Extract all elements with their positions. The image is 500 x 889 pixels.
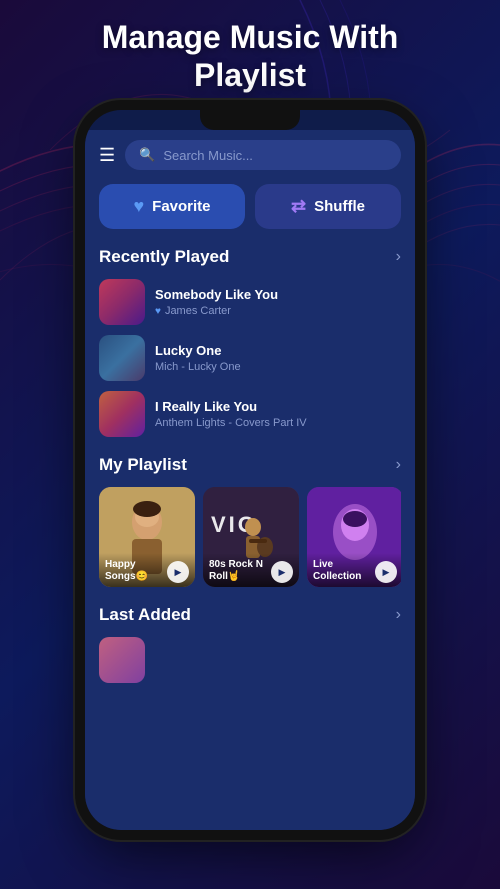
search-bar[interactable]: 🔍 Search Music...	[125, 140, 401, 170]
my-playlist-header: My Playlist ›	[99, 455, 401, 475]
playlist-row: Happy Songs😊 ▶ VIO	[99, 487, 401, 587]
track-name: I Really Like You	[155, 399, 401, 414]
search-icon: 🔍	[139, 147, 155, 163]
my-playlist-chevron[interactable]: ›	[396, 456, 401, 474]
track-artist: ♥ James Carter	[155, 305, 401, 317]
track-list: Somebody Like You ♥ James Carter Lucky O…	[99, 279, 401, 437]
shuffle-button[interactable]: ⇄ Shuffle	[255, 184, 401, 229]
playlist-overlay: 80s Rock N Roll🤘 ▶	[203, 553, 299, 587]
playlist-card[interactable]: Live Collection ▶	[307, 487, 401, 587]
shuffle-icon: ⇄	[291, 196, 306, 217]
last-added-header: Last Added ›	[99, 605, 401, 625]
track-info: I Really Like You Anthem Lights - Covers…	[155, 399, 401, 429]
last-added-chevron[interactable]: ›	[396, 606, 401, 624]
playlist-label: 80s Rock N Roll🤘	[209, 559, 271, 583]
favorite-label: Favorite	[152, 198, 210, 215]
track-item[interactable]: Somebody Like You ♥ James Carter	[99, 279, 401, 325]
track-info: Lucky One Mich - Lucky One	[155, 343, 401, 373]
play-button[interactable]: ▶	[271, 561, 293, 583]
action-buttons-row: ♥ Favorite ⇄ Shuffle	[99, 184, 401, 229]
shuffle-label: Shuffle	[314, 198, 365, 215]
search-placeholder: Search Music...	[163, 148, 253, 163]
playlist-overlay: Live Collection ▶	[307, 553, 401, 587]
playlist-overlay: Happy Songs😊 ▶	[99, 553, 195, 587]
playlist-label: Live Collection	[313, 559, 375, 583]
playlist-label: Happy Songs😊	[105, 559, 167, 583]
hero-title: Manage Music With Playlist	[0, 18, 500, 95]
last-added-track-item[interactable]	[99, 637, 401, 683]
recently-played-header: Recently Played ›	[99, 247, 401, 267]
track-artist: Anthem Lights - Covers Part IV	[155, 417, 401, 429]
track-item[interactable]: Lucky One Mich - Lucky One	[99, 335, 401, 381]
track-thumbnail	[99, 279, 145, 325]
track-item[interactable]: I Really Like You Anthem Lights - Covers…	[99, 391, 401, 437]
play-button[interactable]: ▶	[167, 561, 189, 583]
favorite-button[interactable]: ♥ Favorite	[99, 184, 245, 229]
playlist-card[interactable]: VIO 80s Rock N Roll🤘 ▶	[203, 487, 299, 587]
track-thumbnail	[99, 391, 145, 437]
track-name: Lucky One	[155, 343, 401, 358]
track-thumbnail	[99, 335, 145, 381]
phone-notch	[200, 110, 300, 130]
last-added-thumbnail	[99, 637, 145, 683]
phone-screen: ☰ 🔍 Search Music... ♥ Favorite ⇄ Shuffle…	[85, 130, 415, 830]
heart-icon: ♥	[133, 196, 144, 217]
track-artist: Mich - Lucky One	[155, 361, 401, 373]
my-playlist-title: My Playlist	[99, 455, 187, 475]
track-name: Somebody Like You	[155, 287, 401, 302]
play-button[interactable]: ▶	[375, 561, 397, 583]
heart-sm-icon: ♥	[155, 306, 161, 317]
recently-played-chevron[interactable]: ›	[396, 248, 401, 266]
playlist-card[interactable]: Happy Songs😊 ▶	[99, 487, 195, 587]
recently-played-title: Recently Played	[99, 247, 229, 267]
menu-icon[interactable]: ☰	[99, 145, 115, 166]
search-row: ☰ 🔍 Search Music...	[99, 140, 401, 170]
last-added-title: Last Added	[99, 605, 191, 625]
phone-frame: ☰ 🔍 Search Music... ♥ Favorite ⇄ Shuffle…	[85, 110, 415, 830]
track-info: Somebody Like You ♥ James Carter	[155, 287, 401, 317]
